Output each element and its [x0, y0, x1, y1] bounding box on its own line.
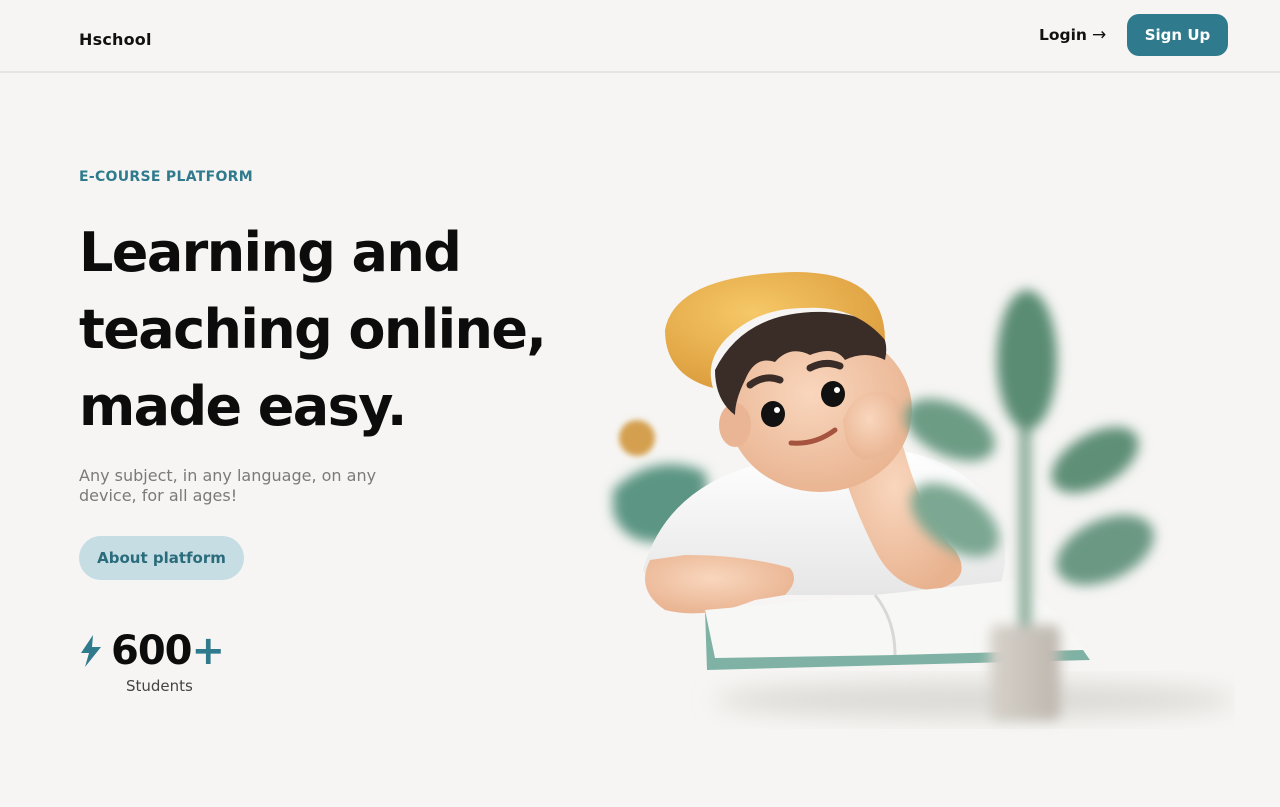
login-link[interactable]: Login → [1039, 25, 1106, 45]
arrow-right-icon: → [1091, 25, 1107, 45]
lightning-bolt-icon [81, 635, 101, 667]
stat-number: 600 [111, 628, 192, 674]
plant-pot [990, 625, 1060, 720]
navbar: Hschool Login → Sign Up [0, 0, 1280, 73]
signup-button[interactable]: Sign Up [1127, 14, 1228, 56]
headline-line-1: Learning and [79, 221, 462, 284]
stat-plus: + [191, 628, 226, 674]
floor-shadow [715, 682, 1235, 718]
ball-decoration [619, 420, 655, 456]
logo[interactable]: Hschool [79, 30, 152, 49]
left-eye-highlight [774, 407, 780, 413]
right-eye [821, 381, 845, 407]
students-stat: 600+ [79, 628, 226, 674]
right-eye-highlight [834, 387, 840, 393]
login-label: Login [1039, 26, 1087, 44]
left-eye [761, 401, 785, 427]
boy-reading-book-illustration [613, 272, 1235, 720]
stat-label: Students [126, 677, 193, 695]
headline-line-3: made easy. [79, 375, 407, 438]
headline-line-2: teaching online, [79, 298, 547, 361]
about-platform-button[interactable]: About platform [79, 536, 244, 580]
eyebrow-label: E-COURSE PLATFORM [79, 169, 253, 185]
hero-headline: Learning and teaching online, made easy. [79, 214, 619, 445]
stat-value: 600+ [111, 628, 226, 674]
hero-subtext: Any subject, in any language, on any dev… [79, 466, 377, 505]
